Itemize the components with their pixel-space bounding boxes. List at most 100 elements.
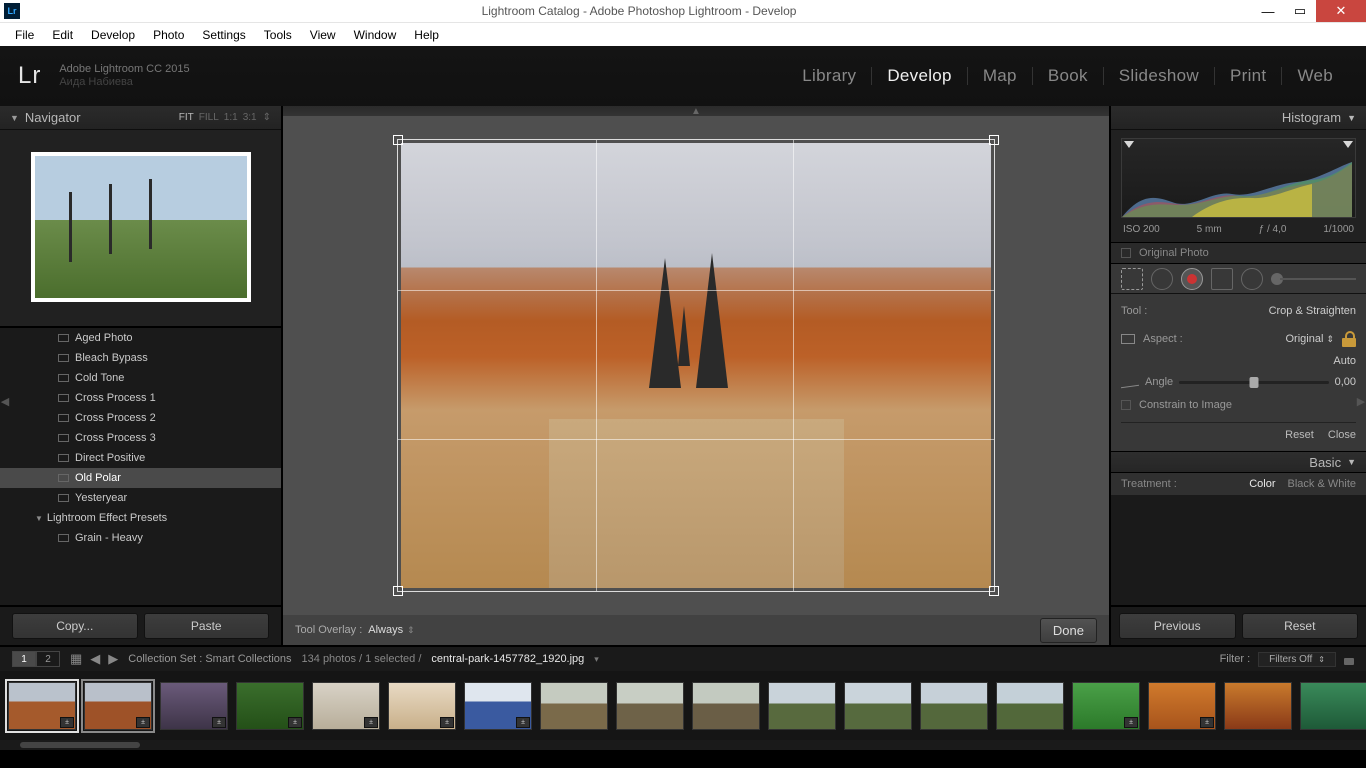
preset-item[interactable]: Cross Process 2 [0, 408, 281, 428]
tool-overlay-value[interactable]: Always [368, 624, 403, 636]
filmstrip[interactable]: ±±±±±±±±± [0, 671, 1366, 740]
module-develop[interactable]: Develop [872, 66, 966, 86]
filmstrip-thumb[interactable] [1300, 682, 1366, 730]
aspect-value[interactable]: Original ⇕ [1285, 333, 1334, 345]
filmstrip-thumb[interactable] [540, 682, 608, 730]
menu-help[interactable]: Help [405, 25, 448, 45]
reset-button[interactable]: Reset [1242, 613, 1359, 639]
preset-item[interactable]: Grain - Heavy [0, 528, 281, 548]
filmstrip-thumb[interactable] [844, 682, 912, 730]
angle-value[interactable]: 0,00 [1335, 376, 1356, 388]
filmstrip-thumb[interactable] [1224, 682, 1292, 730]
filmstrip-thumb[interactable] [616, 682, 684, 730]
left-panel-toggle[interactable]: ◀ [0, 386, 10, 416]
filmstrip-thumb[interactable] [768, 682, 836, 730]
histogram-graph[interactable] [1121, 138, 1356, 218]
zoom-fit[interactable]: FIT [179, 112, 194, 123]
angle-slider[interactable] [1179, 381, 1328, 384]
display-2[interactable]: 2 [36, 651, 60, 667]
filename-dropdown-icon[interactable]: ▾ [594, 654, 599, 665]
filmstrip-scrollbar[interactable] [0, 740, 1366, 750]
filmstrip-thumb[interactable]: ± [84, 682, 152, 730]
spot-removal-icon[interactable] [1151, 268, 1173, 290]
menu-edit[interactable]: Edit [43, 25, 82, 45]
preset-item[interactable]: Cross Process 3 [0, 428, 281, 448]
zoom-more-icon[interactable]: ⇕ [263, 112, 271, 123]
filmstrip-thumb[interactable] [692, 682, 760, 730]
graduated-filter-icon[interactable] [1211, 268, 1233, 290]
filmstrip-thumb[interactable] [920, 682, 988, 730]
menu-photo[interactable]: Photo [144, 25, 193, 45]
redeye-tool-icon[interactable] [1181, 268, 1203, 290]
grid-view-icon[interactable]: ▦ [70, 651, 82, 667]
module-book[interactable]: Book [1033, 66, 1103, 86]
prev-photo-icon[interactable]: ◀ [90, 651, 100, 667]
shadow-clip-icon[interactable] [1124, 141, 1134, 148]
display-1[interactable]: 1 [12, 651, 36, 667]
menu-view[interactable]: View [301, 25, 345, 45]
aspect-tool-icon[interactable] [1121, 334, 1135, 344]
module-web[interactable]: Web [1282, 66, 1348, 86]
filmstrip-thumb[interactable]: ± [160, 682, 228, 730]
preset-item[interactable]: Old Polar [0, 468, 281, 488]
collection-path[interactable]: Collection Set : Smart Collections [128, 653, 291, 665]
module-slideshow[interactable]: Slideshow [1104, 66, 1214, 86]
basic-panel-header[interactable]: Basic ▼ [1111, 451, 1366, 473]
constrain-checkbox[interactable] [1121, 400, 1131, 410]
maximize-button[interactable]: ▭ [1284, 0, 1316, 22]
identity-block[interactable]: Adobe Lightroom CC 2015 Аида Набиева [59, 63, 189, 89]
tool-reset-button[interactable]: Reset [1285, 429, 1314, 441]
filmstrip-thumb[interactable]: ± [464, 682, 532, 730]
filter-lock-icon[interactable] [1344, 653, 1354, 665]
aspect-lock-icon[interactable] [1342, 331, 1356, 347]
preset-item[interactable]: Cross Process 1 [0, 388, 281, 408]
adjustment-brush-icon[interactable] [1271, 273, 1356, 285]
treatment-color[interactable]: Color [1249, 478, 1275, 490]
auto-angle-button[interactable]: Auto [1333, 355, 1356, 367]
menu-file[interactable]: File [6, 25, 43, 45]
filmstrip-thumb[interactable]: ± [1072, 682, 1140, 730]
radial-filter-icon[interactable] [1241, 268, 1263, 290]
copy-button[interactable]: Copy... [12, 613, 138, 639]
next-photo-icon[interactable]: ▶ [108, 651, 118, 667]
preset-item[interactable]: Yesteryear [0, 488, 281, 508]
treatment-bw[interactable]: Black & White [1288, 478, 1356, 490]
zoom-3-1[interactable]: 3:1 [243, 112, 257, 123]
previous-button[interactable]: Previous [1119, 613, 1236, 639]
module-library[interactable]: Library [787, 66, 871, 86]
right-panel-toggle[interactable]: ▶ [1356, 386, 1366, 416]
original-photo-checkbox[interactable] [1121, 248, 1131, 258]
zoom-1-1[interactable]: 1:1 [224, 112, 238, 123]
dropdown-icon[interactable]: ⇕ [407, 625, 415, 636]
original-photo-row[interactable]: Original Photo [1111, 242, 1366, 264]
close-button[interactable]: ✕ [1316, 0, 1366, 22]
paste-button[interactable]: Paste [144, 613, 270, 639]
navigator-preview[interactable] [0, 130, 281, 326]
minimize-button[interactable]: — [1252, 0, 1284, 22]
done-button[interactable]: Done [1040, 618, 1097, 643]
filmstrip-thumb[interactable]: ± [236, 682, 304, 730]
tool-close-button[interactable]: Close [1328, 429, 1356, 441]
preset-item[interactable]: Bleach Bypass [0, 348, 281, 368]
menu-tools[interactable]: Tools [255, 25, 301, 45]
menu-develop[interactable]: Develop [82, 25, 144, 45]
filter-select[interactable]: Filters Off⇕ [1258, 652, 1336, 667]
module-print[interactable]: Print [1215, 66, 1281, 86]
menu-window[interactable]: Window [345, 25, 406, 45]
image-canvas[interactable] [283, 116, 1109, 615]
module-map[interactable]: Map [968, 66, 1032, 86]
preset-item[interactable]: Aged Photo [0, 328, 281, 348]
crop-tool-icon[interactable] [1121, 268, 1143, 290]
preset-section-header[interactable]: ▼Lightroom Effect Presets [0, 508, 281, 528]
highlight-clip-icon[interactable] [1343, 141, 1353, 148]
current-filename[interactable]: central-park-1457782_1920.jpg [431, 653, 584, 665]
filmstrip-thumb[interactable]: ± [8, 682, 76, 730]
filmstrip-thumb[interactable] [996, 682, 1064, 730]
secondary-display-toggle[interactable]: ▲ [283, 106, 1109, 116]
navigator-header[interactable]: ▼ Navigator FITFILL1:13:1 ⇕ [0, 106, 281, 130]
filmstrip-thumb[interactable]: ± [312, 682, 380, 730]
zoom-fill[interactable]: FILL [199, 112, 219, 123]
preset-item[interactable]: Direct Positive [0, 448, 281, 468]
histogram-header[interactable]: Histogram ▼ [1111, 106, 1366, 130]
filmstrip-thumb[interactable]: ± [1148, 682, 1216, 730]
